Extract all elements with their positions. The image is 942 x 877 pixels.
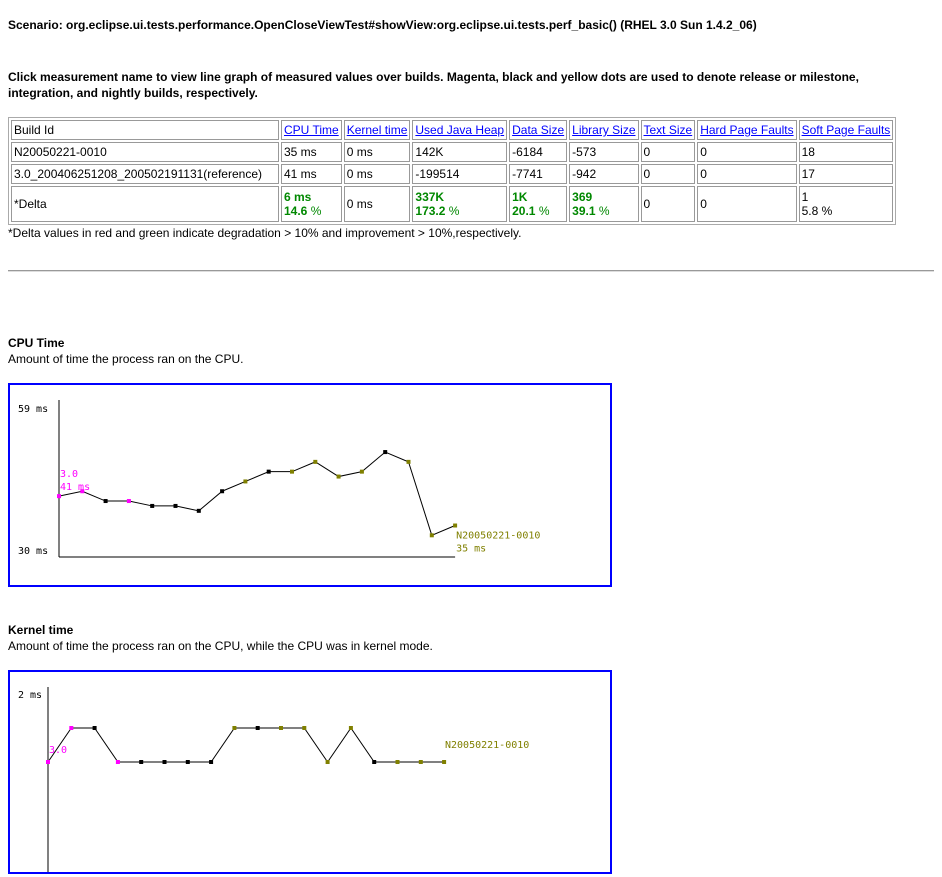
cpu-chart-description: Amount of time the process ran on the CP… [8,352,244,366]
data-point [185,760,190,764]
data-point [429,533,434,538]
delta-note: *Delta values in red and green indicate … [8,226,522,240]
cell: -6184 [509,142,568,162]
delta-row: *Delta 6 ms 14.6 % 0 ms 337K 173.2 % 1K 20.… [11,186,894,222]
table-row: 3.0_200406251208_200502191131(reference)… [11,164,894,184]
data-point [359,469,364,474]
delta-soft: 1 5.8 % [798,186,894,222]
data-point [243,479,248,484]
data-point [266,469,271,474]
cell: -573 [569,142,639,162]
cell: -199514 [412,164,508,184]
data-point [279,726,283,730]
last-build-label: N20050221-0010 [456,531,540,542]
last-build-label: 35 ms [456,544,486,555]
delta-heap: 337K 173.2 % [412,186,508,222]
data-point [150,503,155,508]
data-point [115,760,120,764]
delta-text: 0 [640,186,696,222]
data-point [196,508,201,513]
link-kernel-time[interactable]: Kernel time [347,123,408,137]
cpu-chart: 59 ms 30 ms 3.0 41 ms N20050221-0010 35 ms [8,383,612,587]
link-soft-page-faults[interactable]: Soft Page Faults [802,123,891,137]
data-point [442,760,447,764]
cell: -942 [569,164,639,184]
kernel-chart-description: Amount of time the process ran on the CP… [8,639,433,653]
data-point [255,726,260,730]
link-cpu-time[interactable]: CPU Time [284,123,339,137]
first-build-label: 3.0 [60,469,78,480]
data-point [302,726,307,730]
data-point [173,503,178,508]
data-point [162,760,167,764]
data-point [372,760,377,764]
data-point [103,499,108,504]
intro-text: Click measurement name to view line grap… [8,70,859,100]
data-point [406,459,411,464]
data-point [348,726,353,730]
delta-data: 1K 20.1 % [509,186,568,222]
data-point [336,474,341,479]
cell: 0 [640,164,696,184]
cell: -7741 [509,164,568,184]
data-point [220,489,225,494]
kernel-chart-svg: 2 ms3.0 N20050221-0010 [18,687,529,872]
measurements-table: Build Id CPU Time Kernel time Used Java … [8,117,897,225]
delta-cpu: 6 ms 14.6 % [281,186,342,222]
data-point [290,469,294,474]
data-point [313,459,318,464]
data-point [69,726,74,730]
cell: 0 ms [343,142,411,162]
cell: 0 ms [343,164,411,184]
first-build-label: 41 ms [60,482,90,493]
kernel-chart-title: Kernel time [8,623,74,637]
table-header-row: Build Id CPU Time Kernel time Used Java … [11,120,894,140]
cell: 0 [697,164,797,184]
delta-label: *Delta [11,186,279,222]
cell: 41 ms [281,164,342,184]
data-point [92,726,97,730]
cell: 18 [798,142,894,162]
data-point [139,760,144,764]
table-row: N20050221-0010 35 ms 0 ms 142K -6184 -573 0 0 18 [11,142,894,162]
series-line [58,451,456,536]
series-line [47,727,445,763]
cpu-chart-title: CPU Time [8,336,65,350]
data-point [325,760,330,764]
link-library-size[interactable]: Library Size [572,123,635,137]
data-point [453,523,458,528]
delta-hard: 0 [697,186,797,222]
last-build-label: N20050221-0010 [445,740,529,751]
delta-kernel: 0 ms [343,186,411,222]
link-text-size[interactable]: Text Size [644,123,693,137]
cell: 3.0_200406251208_200502191131(reference) [11,164,279,184]
cell: N20050221-0010 [11,142,279,162]
cell: 35 ms [281,142,342,162]
data-point [395,760,400,764]
header-build-id: Build Id [11,120,279,140]
link-data-size[interactable]: Data Size [512,123,564,137]
divider [8,270,934,272]
cell: 0 [697,142,797,162]
y-max-label: 59 ms [18,404,48,415]
link-used-java-heap[interactable]: Used Java Heap [415,123,504,137]
data-point [209,760,214,764]
data-point [232,726,237,730]
data-point [46,760,50,764]
scenario-title: Scenario: org.eclipse.ui.tests.performan… [8,18,757,32]
cell: 142K [412,142,508,162]
kernel-chart: 2 ms 3.0 N20050221-0010 [8,670,612,874]
data-point [126,499,131,504]
data-point [418,760,423,764]
link-hard-page-faults[interactable]: Hard Page Faults [700,123,793,137]
data-point [57,494,61,499]
y-min-label: 30 ms [18,546,48,557]
cpu-chart-svg: 59 ms 30 ms 3.0 41 ms N20050221-0010 35 ms [18,400,540,558]
cell: 0 [640,142,696,162]
data-point [383,450,388,455]
y-max-label: 2 ms [18,690,42,701]
cell: 17 [798,164,894,184]
delta-library: 369 39.1 % [569,186,639,222]
